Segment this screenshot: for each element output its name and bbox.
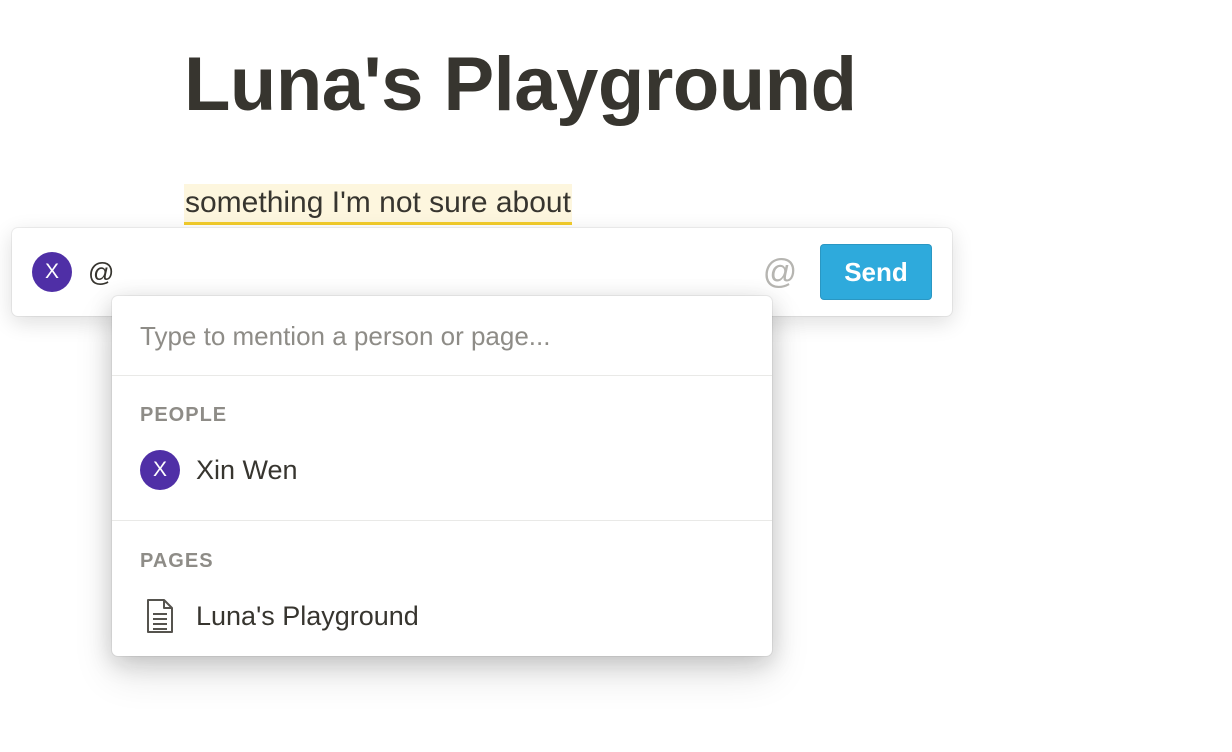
mention-item-page[interactable]: Luna's Playground [112, 588, 772, 644]
document-icon [147, 599, 173, 633]
page-name: Luna's Playground [196, 601, 419, 631]
divider [112, 375, 772, 376]
mention-menu: Type to mention a person or page... PEOP… [112, 296, 772, 656]
person-name: Xin Wen [196, 455, 298, 485]
avatar: X [32, 252, 72, 292]
mention-search-hint[interactable]: Type to mention a person or page... [140, 318, 550, 354]
people-section-label: PEOPLE [140, 404, 228, 426]
comment-input[interactable]: @ [88, 254, 748, 290]
commented-text-highlight[interactable]: something I'm not sure about [184, 184, 572, 225]
divider [112, 520, 772, 521]
send-button[interactable]: Send [820, 244, 932, 300]
mention-at-icon[interactable]: @ [762, 252, 798, 292]
avatar: X [140, 450, 180, 490]
mention-item-person[interactable]: X Xin Wen [112, 442, 772, 498]
pages-section-label: PAGES [140, 550, 214, 572]
page-title: Luna's Playground [184, 42, 857, 127]
page: Luna's Playground something I'm not sure… [0, 0, 1232, 752]
